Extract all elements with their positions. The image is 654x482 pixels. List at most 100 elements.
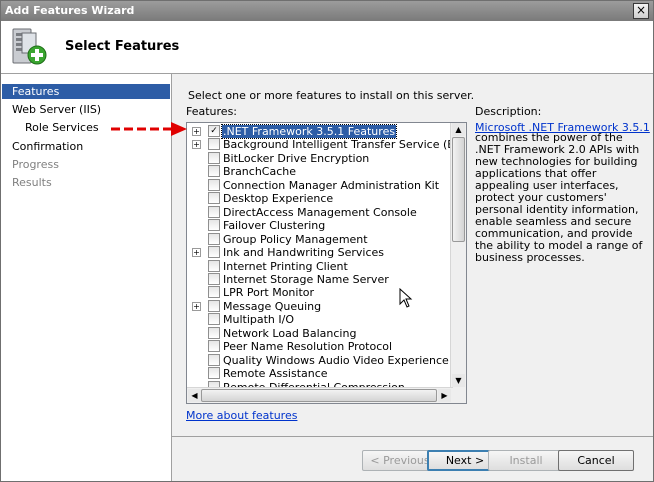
sidebar-item-label: Results [12, 176, 52, 189]
cancel-button[interactable]: Cancel [558, 450, 634, 471]
description-label: Description: [475, 105, 542, 118]
feature-label: .NET Framework 3.5.1 Features [220, 124, 398, 139]
feature-checkbox[interactable] [208, 353, 220, 366]
feature-label: Group Policy Management [223, 232, 368, 246]
feature-row[interactable]: Internet Printing Client [187, 259, 453, 273]
feature-checkbox[interactable] [208, 192, 220, 205]
sidebar-item-web-server[interactable]: Web Server (IIS) [12, 102, 101, 117]
footer-divider [172, 436, 653, 437]
feature-row[interactable]: + Background Intelligent Transfer Service… [187, 138, 466, 151]
feature-checkbox[interactable] [208, 367, 220, 380]
vertical-scrollbar[interactable]: ▲ ▼ [450, 123, 466, 388]
horizontal-scrollbar[interactable]: ◀ ▶ [187, 387, 453, 403]
feature-row[interactable]: + Message Queuing [187, 299, 453, 313]
feature-row[interactable]: Desktop Experience [187, 192, 453, 205]
feature-label: Ink and Handwriting Services [223, 246, 385, 260]
features-label: Features: [186, 105, 238, 118]
description-text: combines the power of the .NET Framework… [475, 131, 643, 264]
title-bar[interactable]: Add Features Wizard × [1, 1, 653, 21]
feature-label: Network Load Balancing [223, 326, 357, 340]
close-icon[interactable]: × [633, 3, 649, 19]
scroll-right-icon[interactable]: ▶ [438, 389, 451, 402]
scroll-up-icon[interactable]: ▲ [452, 123, 465, 136]
feature-label: Message Queuing [223, 299, 322, 313]
feature-label: Internet Storage Name Server [223, 272, 389, 286]
feature-label: DirectAccess Management Console [223, 205, 417, 219]
feature-row[interactable]: Group Policy Management [187, 232, 453, 246]
feature-checkbox[interactable] [208, 138, 220, 151]
wizard-window: Add Features Wizard × Select Features Fe… [0, 0, 654, 482]
feature-label: Desktop Experience [223, 192, 334, 206]
server-add-icon [12, 28, 47, 65]
feature-label: Connection Manager Administration Kit [223, 178, 440, 192]
sidebar-item-label: Features [12, 85, 60, 98]
feature-checkbox[interactable] [208, 259, 220, 272]
scroll-down-icon[interactable]: ▼ [452, 374, 465, 387]
sidebar-item-label: Web Server (IIS) [12, 103, 102, 116]
sidebar-item-role-services[interactable]: Role Services [25, 120, 99, 135]
wizard-header: Select Features [1, 21, 653, 74]
page-title: Select Features [65, 39, 180, 54]
window-title: Add Features Wizard [5, 4, 135, 17]
feature-label: Peer Name Resolution Protocol [223, 340, 393, 354]
expand-icon[interactable]: + [192, 140, 201, 150]
feature-label: LPR Port Monitor [223, 286, 315, 300]
feature-checkbox[interactable] [208, 165, 220, 178]
scroll-left-icon[interactable]: ◀ [188, 389, 201, 402]
annotation-arrow-icon [111, 122, 187, 136]
feature-checkbox[interactable] [208, 340, 220, 353]
feature-row[interactable]: DirectAccess Management Console [187, 205, 453, 219]
feature-row[interactable]: Internet Storage Name Server [187, 272, 453, 286]
feature-label: Remote Assistance [223, 367, 328, 381]
feature-checkbox[interactable] [208, 299, 220, 312]
feature-row[interactable]: Peer Name Resolution Protocol [187, 340, 453, 353]
feature-checkbox[interactable] [208, 326, 220, 339]
feature-label: Multipath I/O [223, 313, 295, 327]
feature-row[interactable]: + Ink and Handwriting Services [187, 246, 453, 259]
feature-checkbox[interactable] [208, 205, 220, 218]
feature-row[interactable]: Quality Windows Audio Video Experience [187, 353, 453, 367]
feature-checkbox[interactable] [208, 178, 220, 191]
feature-row[interactable]: + ✓ .NET Framework 3.5.1 Features [187, 124, 453, 139]
feature-row[interactable]: Connection Manager Administration Kit [187, 178, 453, 192]
sidebar-item-label: Progress [12, 158, 59, 171]
main-panel: Select one or more features to install o… [172, 74, 653, 481]
expand-icon[interactable]: + [192, 127, 201, 136]
install-button[interactable]: Install [488, 450, 564, 471]
feature-checkbox[interactable] [208, 151, 220, 164]
feature-label: Internet Printing Client [223, 259, 348, 273]
feature-checkbox[interactable]: ✓ [208, 125, 220, 137]
scroll-thumb[interactable] [452, 137, 465, 242]
feature-checkbox[interactable] [208, 246, 220, 259]
feature-checkbox[interactable] [208, 232, 220, 245]
feature-row[interactable]: Network Load Balancing [187, 326, 453, 340]
feature-label: Background Intelligent Transfer Service … [223, 138, 467, 152]
feature-label: BitLocker Drive Encryption [223, 151, 370, 165]
sidebar-item-label: Confirmation [12, 140, 84, 153]
feature-row[interactable]: Multipath I/O [187, 313, 453, 326]
feature-label: Quality Windows Audio Video Experience [223, 353, 449, 367]
expand-icon[interactable]: + [192, 248, 201, 258]
hscroll-thumb[interactable] [201, 389, 437, 402]
expand-icon[interactable]: + [192, 301, 201, 311]
scroll-corner [451, 388, 466, 403]
feature-row[interactable]: LPR Port Monitor [187, 286, 453, 299]
feature-checkbox[interactable] [208, 286, 220, 299]
feature-row[interactable]: BranchCache [187, 165, 453, 178]
sidebar-item-confirmation[interactable]: Confirmation [12, 139, 83, 154]
more-about-features-link[interactable]: More about features [186, 409, 297, 422]
mouse-cursor-icon [399, 288, 413, 308]
instruction-text: Select one or more features to install o… [188, 89, 475, 102]
features-tree[interactable]: + ✓ .NET Framework 3.5.1 Features + Backgrou… [186, 122, 467, 404]
sidebar-item-progress: Progress [12, 157, 59, 172]
feature-row[interactable]: Failover Clustering [187, 219, 453, 232]
sidebar-item-results: Results [12, 175, 52, 190]
feature-checkbox[interactable] [208, 313, 220, 326]
feature-label: Failover Clustering [223, 219, 326, 233]
feature-checkbox[interactable] [208, 219, 220, 232]
sidebar-item-features[interactable]: Features [2, 84, 170, 99]
feature-row[interactable]: Remote Assistance [187, 367, 453, 380]
feature-checkbox[interactable] [208, 272, 220, 285]
feature-row[interactable]: BitLocker Drive Encryption [187, 151, 453, 165]
feature-label: BranchCache [223, 165, 297, 179]
